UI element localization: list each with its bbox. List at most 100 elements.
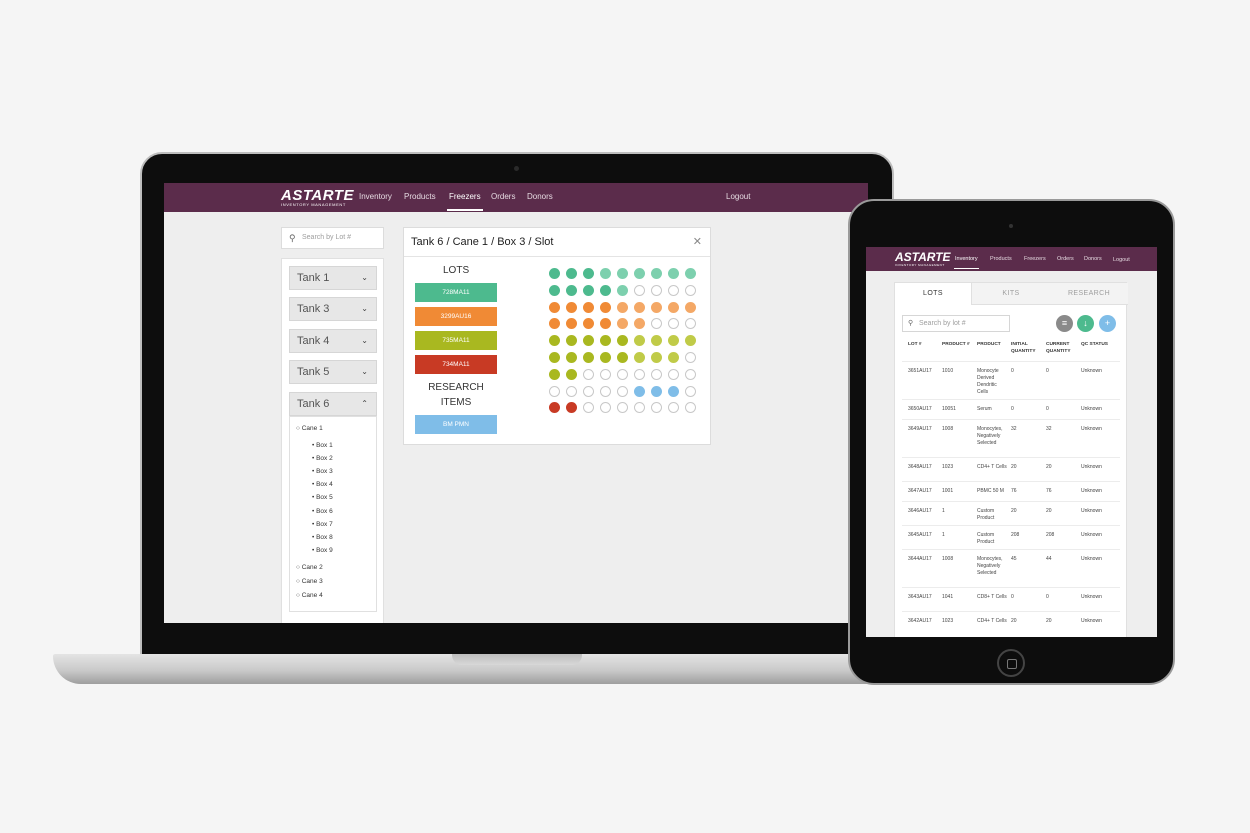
slot-dot[interactable]	[583, 284, 594, 296]
slot-dot[interactable]	[634, 385, 645, 397]
slot-dot[interactable]	[549, 368, 560, 380]
slot-dot[interactable]	[685, 318, 696, 330]
slot-dot[interactable]	[668, 385, 679, 397]
slot-dot[interactable]	[634, 368, 645, 380]
slot-dot[interactable]	[549, 385, 560, 397]
slot-dot[interactable]	[566, 352, 577, 363]
header-product[interactable]: PRODUCT	[977, 341, 1009, 348]
nav-inventory[interactable]: Inventory	[359, 192, 392, 201]
tab-kits[interactable]: KITS	[972, 283, 1050, 305]
table-row[interactable]: 3644AU17 1008 Monocytes, Negatively Select…	[902, 549, 1120, 587]
slot-dot[interactable]	[668, 335, 679, 347]
nav-products[interactable]: Products	[990, 256, 1012, 262]
slot-dot[interactable]	[651, 301, 662, 313]
slot-dot[interactable]	[685, 352, 696, 363]
slot-dot[interactable]	[668, 284, 679, 296]
slot-dot[interactable]	[566, 402, 577, 414]
slot-dot[interactable]	[549, 402, 560, 414]
slot-dot[interactable]	[617, 301, 628, 313]
header-lot[interactable]: LOT #	[908, 341, 938, 348]
slot-dot[interactable]	[617, 352, 628, 363]
logout-link[interactable]: Logout	[726, 192, 750, 201]
slot-dot[interactable]	[634, 301, 645, 313]
header-initial-quantity[interactable]: INITIAL QUANTITY	[1011, 341, 1041, 355]
slot-dot[interactable]	[617, 268, 628, 279]
research-bm-pmn[interactable]: BM PMN	[415, 415, 497, 434]
nav-freezers[interactable]: Freezers	[1024, 256, 1046, 262]
table-row[interactable]: 3648AU17 1023 CD4+ T Cells 20 20 Unknown	[902, 457, 1120, 481]
slot-dot[interactable]	[583, 385, 594, 397]
nav-donors[interactable]: Donors	[1084, 256, 1102, 262]
add-icon[interactable]: +	[1099, 315, 1116, 332]
header-product-number[interactable]: PRODUCT #	[942, 341, 970, 348]
tree-box-6[interactable]: • Box 6	[312, 508, 333, 515]
slot-dot[interactable]	[634, 352, 645, 363]
slot-dot[interactable]	[668, 352, 679, 363]
slot-dot[interactable]	[617, 368, 628, 380]
table-row[interactable]: 3651AU17 1010 Monocyte Derived Dendritic C…	[902, 361, 1120, 399]
slot-dot[interactable]	[549, 301, 560, 313]
slot-dot[interactable]	[651, 352, 662, 363]
tree-cane-3[interactable]: ○ Cane 3	[296, 578, 323, 585]
tree-box-1[interactable]: • Box 1	[312, 442, 333, 449]
table-row[interactable]: 3647AU17 1001 PBMC 50 M 76 76 Unknown	[902, 481, 1120, 501]
lot-3299au16[interactable]: 3299AU16	[415, 307, 497, 326]
slot-dot[interactable]	[566, 318, 577, 330]
slot-dot[interactable]	[685, 402, 696, 414]
tree-cane-1[interactable]: ○ Cane 1	[296, 425, 323, 432]
slot-dot[interactable]	[549, 352, 560, 363]
slot-dot[interactable]	[549, 268, 560, 279]
filter-icon[interactable]: ≡	[1056, 315, 1073, 332]
tank-6[interactable]: Tank 6 ⌃	[289, 392, 377, 416]
slot-dot[interactable]	[651, 335, 662, 347]
slot-dot[interactable]	[685, 301, 696, 313]
slot-dot[interactable]	[634, 335, 645, 347]
slot-dot[interactable]	[651, 318, 662, 330]
slot-dot[interactable]	[651, 268, 662, 279]
slot-dot[interactable]	[617, 335, 628, 347]
slot-dot[interactable]	[583, 368, 594, 380]
slot-dot[interactable]	[583, 268, 594, 279]
tree-box-4[interactable]: • Box 4	[312, 481, 333, 488]
close-icon[interactable]: ✕	[693, 235, 702, 248]
logout-link[interactable]: Logout	[1113, 257, 1130, 263]
header-qc-status[interactable]: QC STATUS	[1081, 341, 1111, 348]
slot-dot[interactable]	[651, 385, 662, 397]
slot-dot[interactable]	[617, 318, 628, 330]
table-row[interactable]: 3646AU17 1 Custom Product 20 20 Unknown	[902, 501, 1120, 525]
slot-dot[interactable]	[583, 335, 594, 347]
slot-dot[interactable]	[634, 284, 645, 296]
slot-dot[interactable]	[634, 318, 645, 330]
slot-dot[interactable]	[566, 385, 577, 397]
tree-box-7[interactable]: • Box 7	[312, 521, 333, 528]
tree-cane-4[interactable]: ○ Cane 4	[296, 592, 323, 599]
slot-dot[interactable]	[600, 385, 611, 397]
slot-dot[interactable]	[685, 368, 696, 380]
slot-dot[interactable]	[549, 335, 560, 347]
nav-products[interactable]: Products	[404, 192, 436, 201]
search-input[interactable]: ⚲ Search by lot #	[902, 315, 1010, 332]
slot-dot[interactable]	[600, 284, 611, 296]
header-current-quantity[interactable]: CURRENT QUANTITY	[1046, 341, 1076, 355]
tank-1[interactable]: Tank 1 ⌄	[289, 266, 377, 290]
nav-orders[interactable]: Orders	[1057, 256, 1074, 262]
tree-cane-2[interactable]: ○ Cane 2	[296, 564, 323, 571]
slot-dot[interactable]	[685, 268, 696, 279]
table-row[interactable]: 3645AU17 1 Custom Product 208 208 Unknown	[902, 525, 1120, 549]
tab-lots[interactable]: LOTS	[895, 283, 972, 305]
slot-dot[interactable]	[651, 368, 662, 380]
slot-dot[interactable]	[600, 368, 611, 380]
table-row[interactable]: 3642AU17 1023 CD4+ T Cells 20 20 Unknown	[902, 611, 1120, 635]
slot-dot[interactable]	[617, 402, 628, 414]
download-icon[interactable]: ↓	[1077, 315, 1094, 332]
slot-dot[interactable]	[583, 402, 594, 414]
slot-dot[interactable]	[549, 284, 560, 296]
lot-734ma11[interactable]: 734MA11	[415, 355, 497, 374]
table-row[interactable]: 3643AU17 1041 CD8+ T Cells 0 0 Unknown	[902, 587, 1120, 611]
tank-3[interactable]: Tank 3 ⌄	[289, 297, 377, 321]
slot-dot[interactable]	[583, 352, 594, 363]
nav-donors[interactable]: Donors	[527, 192, 553, 201]
slot-dot[interactable]	[566, 335, 577, 347]
slot-dot[interactable]	[566, 268, 577, 279]
nav-freezers[interactable]: Freezers	[447, 192, 483, 211]
